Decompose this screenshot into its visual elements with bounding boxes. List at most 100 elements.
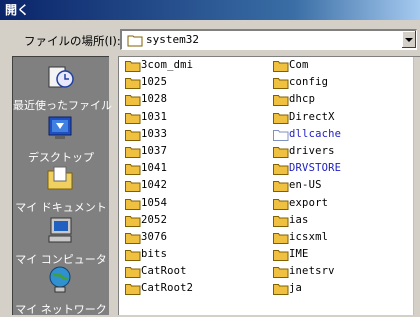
title-bar: 開く [0,0,420,20]
file-name: CatRoot2 [141,282,194,295]
file-name: Com [289,59,309,71]
chevron-down-icon [405,38,413,42]
folder-icon [273,181,289,193]
file-name: 1054 [141,196,168,209]
look-in-dropdown-button[interactable] [401,31,416,48]
file-name: 1041 [141,162,168,175]
file-column-1: 3com_dmi 1025 1028 1031 1033 1037 1041 1042 1054… [121,57,271,298]
file-name: inetsrv [289,265,335,278]
file-name: IME [289,248,309,261]
folder-icon [273,267,289,279]
places-bar: 最近使ったファイル デスクトップ マイ ドキュメント マイ コンピュータ マイ … [12,56,112,317]
list-item[interactable]: 1042 [121,177,271,194]
list-item[interactable]: icsxml [269,229,419,246]
list-item[interactable]: ias [269,212,419,229]
list-item[interactable]: 1037 [121,143,271,160]
list-item[interactable]: config [269,74,419,91]
folder-icon [125,267,141,279]
file-name: export [289,196,329,209]
file-name: bits [141,248,168,261]
list-item[interactable]: dllcache [269,126,419,143]
my-computer-icon [48,217,72,243]
folder-icon [273,250,289,262]
list-item[interactable]: Com [269,57,419,74]
list-item[interactable]: 1025 [121,74,271,91]
folder-icon [273,61,289,72]
place-recent-label: 最近使ったファイル [13,99,112,112]
list-item[interactable]: IME [269,246,419,263]
folder-icon [125,181,141,193]
list-item[interactable]: 3076 [121,229,271,246]
folder-icon [125,232,141,244]
place-my-documents-label: マイ ドキュメント [15,201,107,214]
folder-icon [273,198,289,210]
folder-icon [273,95,289,107]
list-item[interactable]: 1054 [121,195,271,212]
list-item[interactable]: 1041 [121,160,271,177]
place-my-computer[interactable]: マイ コンピュータ [13,215,109,267]
file-name: ias [289,213,309,226]
look-in-value: system32 [146,33,199,46]
list-item[interactable]: 1031 [121,109,271,126]
folder-icon [273,146,289,158]
file-name: 1031 [141,110,168,123]
place-my-network[interactable]: マイ ネットワーク [13,265,109,317]
list-item[interactable]: dhcp [269,91,419,108]
file-name: 1037 [141,144,168,157]
folder-icon [273,164,289,176]
folder-icon [125,215,141,227]
folder-icon [273,215,289,227]
folder-icon [273,232,289,244]
place-recent[interactable]: 最近使ったファイル [13,61,112,113]
place-desktop[interactable]: デスクトップ [13,113,109,165]
folder-icon [125,129,141,141]
file-name: 1042 [141,179,168,192]
list-item[interactable]: inetsrv [269,263,419,280]
folder-icon [125,78,141,90]
list-item[interactable]: 3com_dmi [121,57,271,74]
list-item[interactable]: ja [269,280,419,297]
file-name: dhcp [289,93,316,106]
list-item[interactable]: 1033 [121,126,271,143]
list-item[interactable]: 1028 [121,91,271,108]
file-name: 2052 [141,213,168,226]
folder-icon [125,61,141,72]
file-name: 1025 [141,76,168,89]
my-documents-icon [47,166,73,190]
list-item[interactable]: CatRoot2 [121,280,271,297]
file-name: dllcache [289,127,342,140]
folder-icon [273,112,289,124]
folder-icon [127,35,143,47]
scrollbar[interactable] [413,57,420,315]
file-name: 3com_dmi [141,59,194,71]
list-item[interactable]: drivers [269,143,419,160]
list-item[interactable]: bits [121,246,271,263]
file-list[interactable]: 3com_dmi 1025 1028 1031 1033 1037 1041 1042 1054… [118,56,420,315]
file-name: icsxml [289,230,329,243]
file-name: DirectX [289,110,335,123]
folder-icon [125,146,141,158]
file-name: 1028 [141,93,168,106]
look-in-label: ファイルの場所(I): [24,34,121,48]
file-column-2: Com config dhcp DirectX dllcache drivers DRVST… [269,57,419,298]
place-my-documents[interactable]: マイ ドキュメント [13,163,109,215]
list-item[interactable]: export [269,195,419,212]
folder-icon [125,198,141,210]
folder-icon [273,78,289,90]
list-item[interactable]: CatRoot [121,263,271,280]
place-my-network-label: マイ ネットワーク [15,303,107,316]
list-item[interactable]: DRVSTORE [269,160,419,177]
folder-icon [273,284,289,296]
desktop-icon [48,116,72,139]
folder-icon [125,112,141,124]
list-item[interactable]: en-US [269,177,419,194]
my-network-icon [49,266,71,293]
folder-icon [125,164,141,176]
file-name: CatRoot [141,265,187,278]
file-name: DRVSTORE [289,162,342,175]
file-name: 3076 [141,230,168,243]
list-item[interactable]: 2052 [121,212,271,229]
list-item[interactable]: DirectX [269,109,419,126]
window-title: 開く [5,3,30,17]
look-in-combobox[interactable]: system32 [120,29,417,50]
